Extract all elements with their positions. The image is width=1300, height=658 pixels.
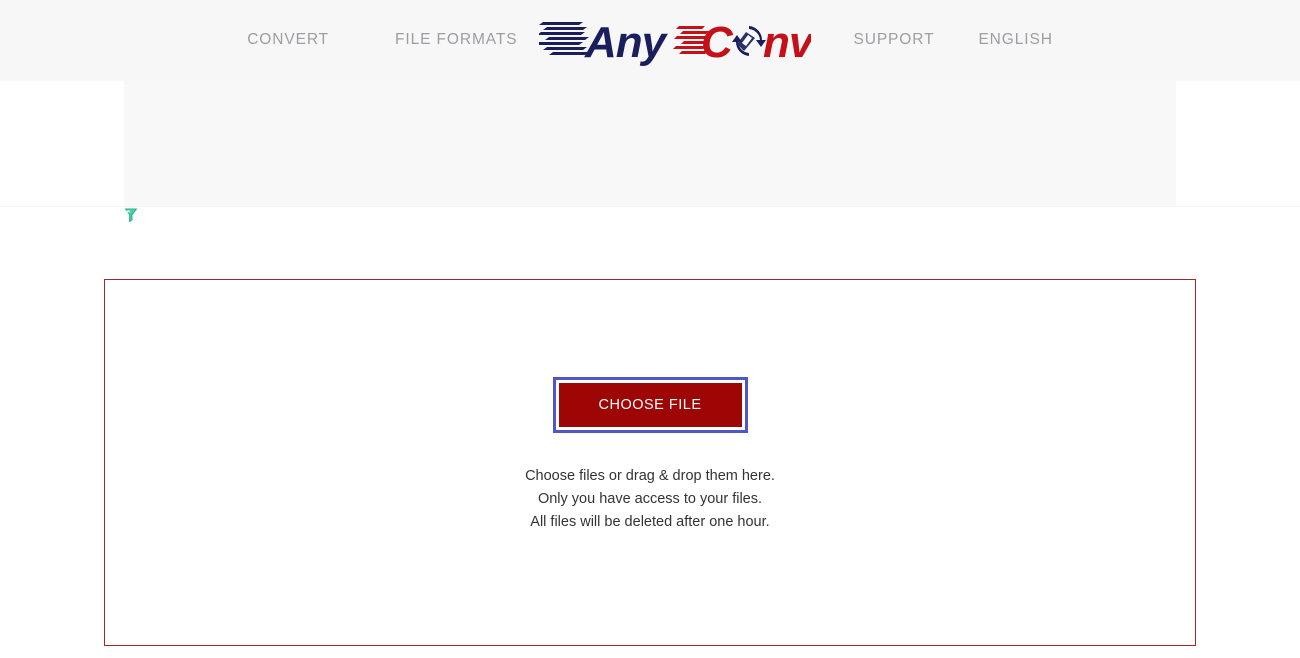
svg-text:Any: Any bbox=[584, 18, 669, 66]
nav-item-support[interactable]: SUPPORT bbox=[853, 31, 934, 49]
svg-text:C: C bbox=[701, 18, 734, 66]
dropzone-hint-text: Choose files or drag & drop them here. O… bbox=[525, 465, 775, 534]
dropzone-hint-line-3: All files will be deleted after one hour… bbox=[530, 514, 770, 531]
svg-text:nv: nv bbox=[763, 18, 811, 66]
dropzone-hint-line-1: Choose files or drag & drop them here. bbox=[525, 468, 775, 485]
anyconv-logo-graphic: Any C nv bbox=[539, 18, 811, 66]
circular-arrows-icon bbox=[732, 25, 767, 56]
choose-file-focus-ring: CHOOSE FILE bbox=[552, 376, 748, 434]
nav-item-english[interactable]: ENGLISH bbox=[978, 31, 1052, 49]
main-navigation: CONVERT FILE FORMATS Any C nv SUPPORT EN… bbox=[247, 14, 1053, 66]
choose-file-button-wrap: CHOOSE FILE bbox=[552, 376, 748, 434]
anyconv-logo[interactable]: Any C nv bbox=[539, 14, 811, 66]
advertisement-band bbox=[0, 81, 1300, 207]
site-header: CONVERT FILE FORMATS Any C nv SUPPORT EN… bbox=[0, 0, 1300, 81]
file-dropzone[interactable]: CHOOSE FILE Choose files or drag & drop … bbox=[104, 279, 1196, 646]
choose-file-button[interactable]: CHOOSE FILE bbox=[558, 382, 742, 428]
adchoices-funnel-icon[interactable] bbox=[124, 208, 138, 223]
speed-lines-navy-icon bbox=[539, 21, 590, 55]
dropzone-hint-line-2: Only you have access to your files. bbox=[537, 491, 763, 508]
advertisement-placeholder[interactable] bbox=[124, 81, 1176, 206]
ad-divider bbox=[0, 206, 1300, 207]
nav-item-convert[interactable]: CONVERT bbox=[247, 31, 329, 49]
nav-item-file-formats[interactable]: FILE FORMATS bbox=[395, 31, 517, 49]
